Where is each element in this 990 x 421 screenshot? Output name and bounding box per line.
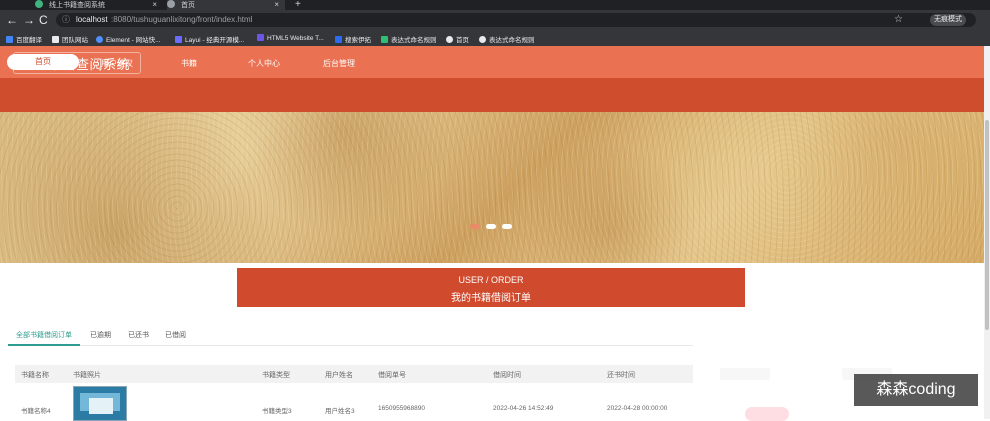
tab-close-icon[interactable]: ×	[274, 0, 279, 10]
book-cover-image	[73, 386, 127, 421]
order-section-title: USER / ORDER	[458, 275, 524, 285]
return-time-cell: 2022-04-28 00:00:00	[607, 405, 668, 412]
bookmark-item[interactable]: HTML5 Website T...	[257, 34, 324, 42]
site-header	[0, 46, 984, 78]
tab-favicon-icon	[167, 0, 175, 8]
active-tab-underline	[8, 344, 80, 346]
reload-icon[interactable]: C	[39, 13, 48, 27]
bookmark-icon	[52, 36, 59, 43]
scrollbar-thumb[interactable]	[985, 120, 989, 330]
nav-home[interactable]: 首页	[7, 54, 79, 70]
bookmark-item[interactable]: 团队网站	[52, 34, 88, 44]
browser-tab-strip: 线上书籍查阅系统 × 首页 × +	[0, 0, 990, 10]
table-header-borrow-time: 借阅时间	[493, 372, 521, 379]
browser-tab-title: 首页	[180, 2, 195, 9]
browser-tab-2[interactable]: 首页 ×	[167, 0, 285, 10]
bookmark-icon	[446, 36, 453, 43]
browser-tab-1[interactable]: 线上书籍查阅系统 ×	[35, 0, 163, 10]
tab-all-orders[interactable]: 全部书籍借阅订单	[16, 330, 72, 340]
borrow-time-cell: 2022-04-26 14:52:49	[493, 405, 554, 412]
address-bar[interactable]: ⓘ localhost :8080/tushuguanlixitong/fron…	[56, 13, 976, 27]
user-name-cell: 用户姓名3	[325, 408, 355, 415]
bookmark-icon	[257, 34, 264, 41]
order-no-cell: 1650955968890	[378, 405, 425, 412]
bookmark-icon	[479, 36, 486, 43]
bookmark-icon	[96, 36, 103, 43]
website-page: 线上书籍查阅系统 首页 用户建议 书籍 个人中心 后台管理 USER / ORD…	[0, 46, 984, 421]
back-icon[interactable]: ←	[6, 13, 18, 27]
bookmark-icon	[335, 36, 342, 43]
bookmark-icon	[6, 36, 13, 43]
incognito-profile-button[interactable]: 无痕模式	[930, 14, 966, 26]
carousel-dot[interactable]	[486, 224, 496, 229]
table-header-book-type: 书籍类型	[262, 372, 290, 379]
tab-close-icon[interactable]: ×	[152, 0, 157, 10]
url-path: :8080/tushuguanlixitong/front/index.html	[111, 15, 253, 24]
blurred-ui-element	[720, 368, 770, 380]
bookmark-item[interactable]: 搜索伊拓	[335, 34, 371, 44]
bookmark-icon	[175, 36, 182, 43]
bookmark-item[interactable]: 百度翻译	[6, 34, 42, 44]
order-section-subtitle: 我的书籍借阅订单	[451, 293, 531, 304]
watermark-label: 森森coding	[854, 374, 978, 406]
bookmark-item[interactable]: 表达式命名规则	[479, 34, 535, 44]
browser-tab-title: 线上书籍查阅系统	[48, 2, 105, 9]
order-tabs: 全部书籍借阅订单 已逾期 已还书 已借阅	[8, 328, 693, 346]
tab-overdue[interactable]: 已逾期	[90, 330, 111, 340]
tab-favicon-icon	[35, 0, 43, 8]
nav-suggestions[interactable]: 用户建议	[101, 58, 133, 69]
tab-borrowed[interactable]: 已借阅	[165, 330, 186, 340]
table-header-user-name: 用户姓名	[325, 372, 353, 379]
table-header-order-no: 借阅单号	[378, 372, 406, 379]
url-host: localhost	[76, 15, 108, 24]
bookmarks-bar: 百度翻译 团队网站 Element - 网站快... Layui - 经典开源模…	[0, 30, 990, 46]
bookmark-item[interactable]: Layui - 经典开源模...	[175, 34, 244, 44]
address-toolbar: ← → C ⓘ localhost :8080/tushuguanlixiton…	[0, 10, 990, 30]
tab-returned[interactable]: 已还书	[128, 330, 149, 340]
carousel-dot-active[interactable]	[470, 224, 480, 229]
site-navbar	[0, 78, 984, 112]
info-icon: ⓘ	[62, 15, 70, 24]
order-section-banner: USER / ORDER 我的书籍借阅订单	[237, 268, 745, 307]
forward-icon[interactable]: →	[23, 13, 35, 27]
book-type-cell: 书籍类型3	[262, 408, 292, 415]
bookmark-item[interactable]: 首页	[446, 34, 469, 44]
book-name-cell: 书籍名称4	[21, 408, 51, 415]
bookmark-item[interactable]: 表达式命名规则	[381, 34, 437, 44]
table-header-book-name: 书籍名称	[21, 372, 49, 379]
table-header-return-time: 还书时间	[607, 372, 635, 379]
table-header-book-photo: 书籍照片	[73, 372, 101, 379]
nav-admin[interactable]: 后台管理	[323, 58, 355, 69]
hero-banner	[0, 112, 984, 263]
bookmark-item[interactable]: Element - 网站快...	[96, 34, 161, 44]
orders-table-header: 书籍名称 书籍照片 书籍类型 用户姓名 借阅单号 借阅时间 还书时间	[15, 365, 693, 383]
nav-profile[interactable]: 个人中心	[248, 58, 280, 69]
new-tab-button[interactable]: +	[295, 0, 305, 10]
carousel-dot[interactable]	[502, 224, 512, 229]
bookmark-icon	[381, 36, 388, 43]
nav-books[interactable]: 书籍	[181, 58, 197, 69]
bookmark-star-icon[interactable]: ☆	[894, 13, 903, 27]
